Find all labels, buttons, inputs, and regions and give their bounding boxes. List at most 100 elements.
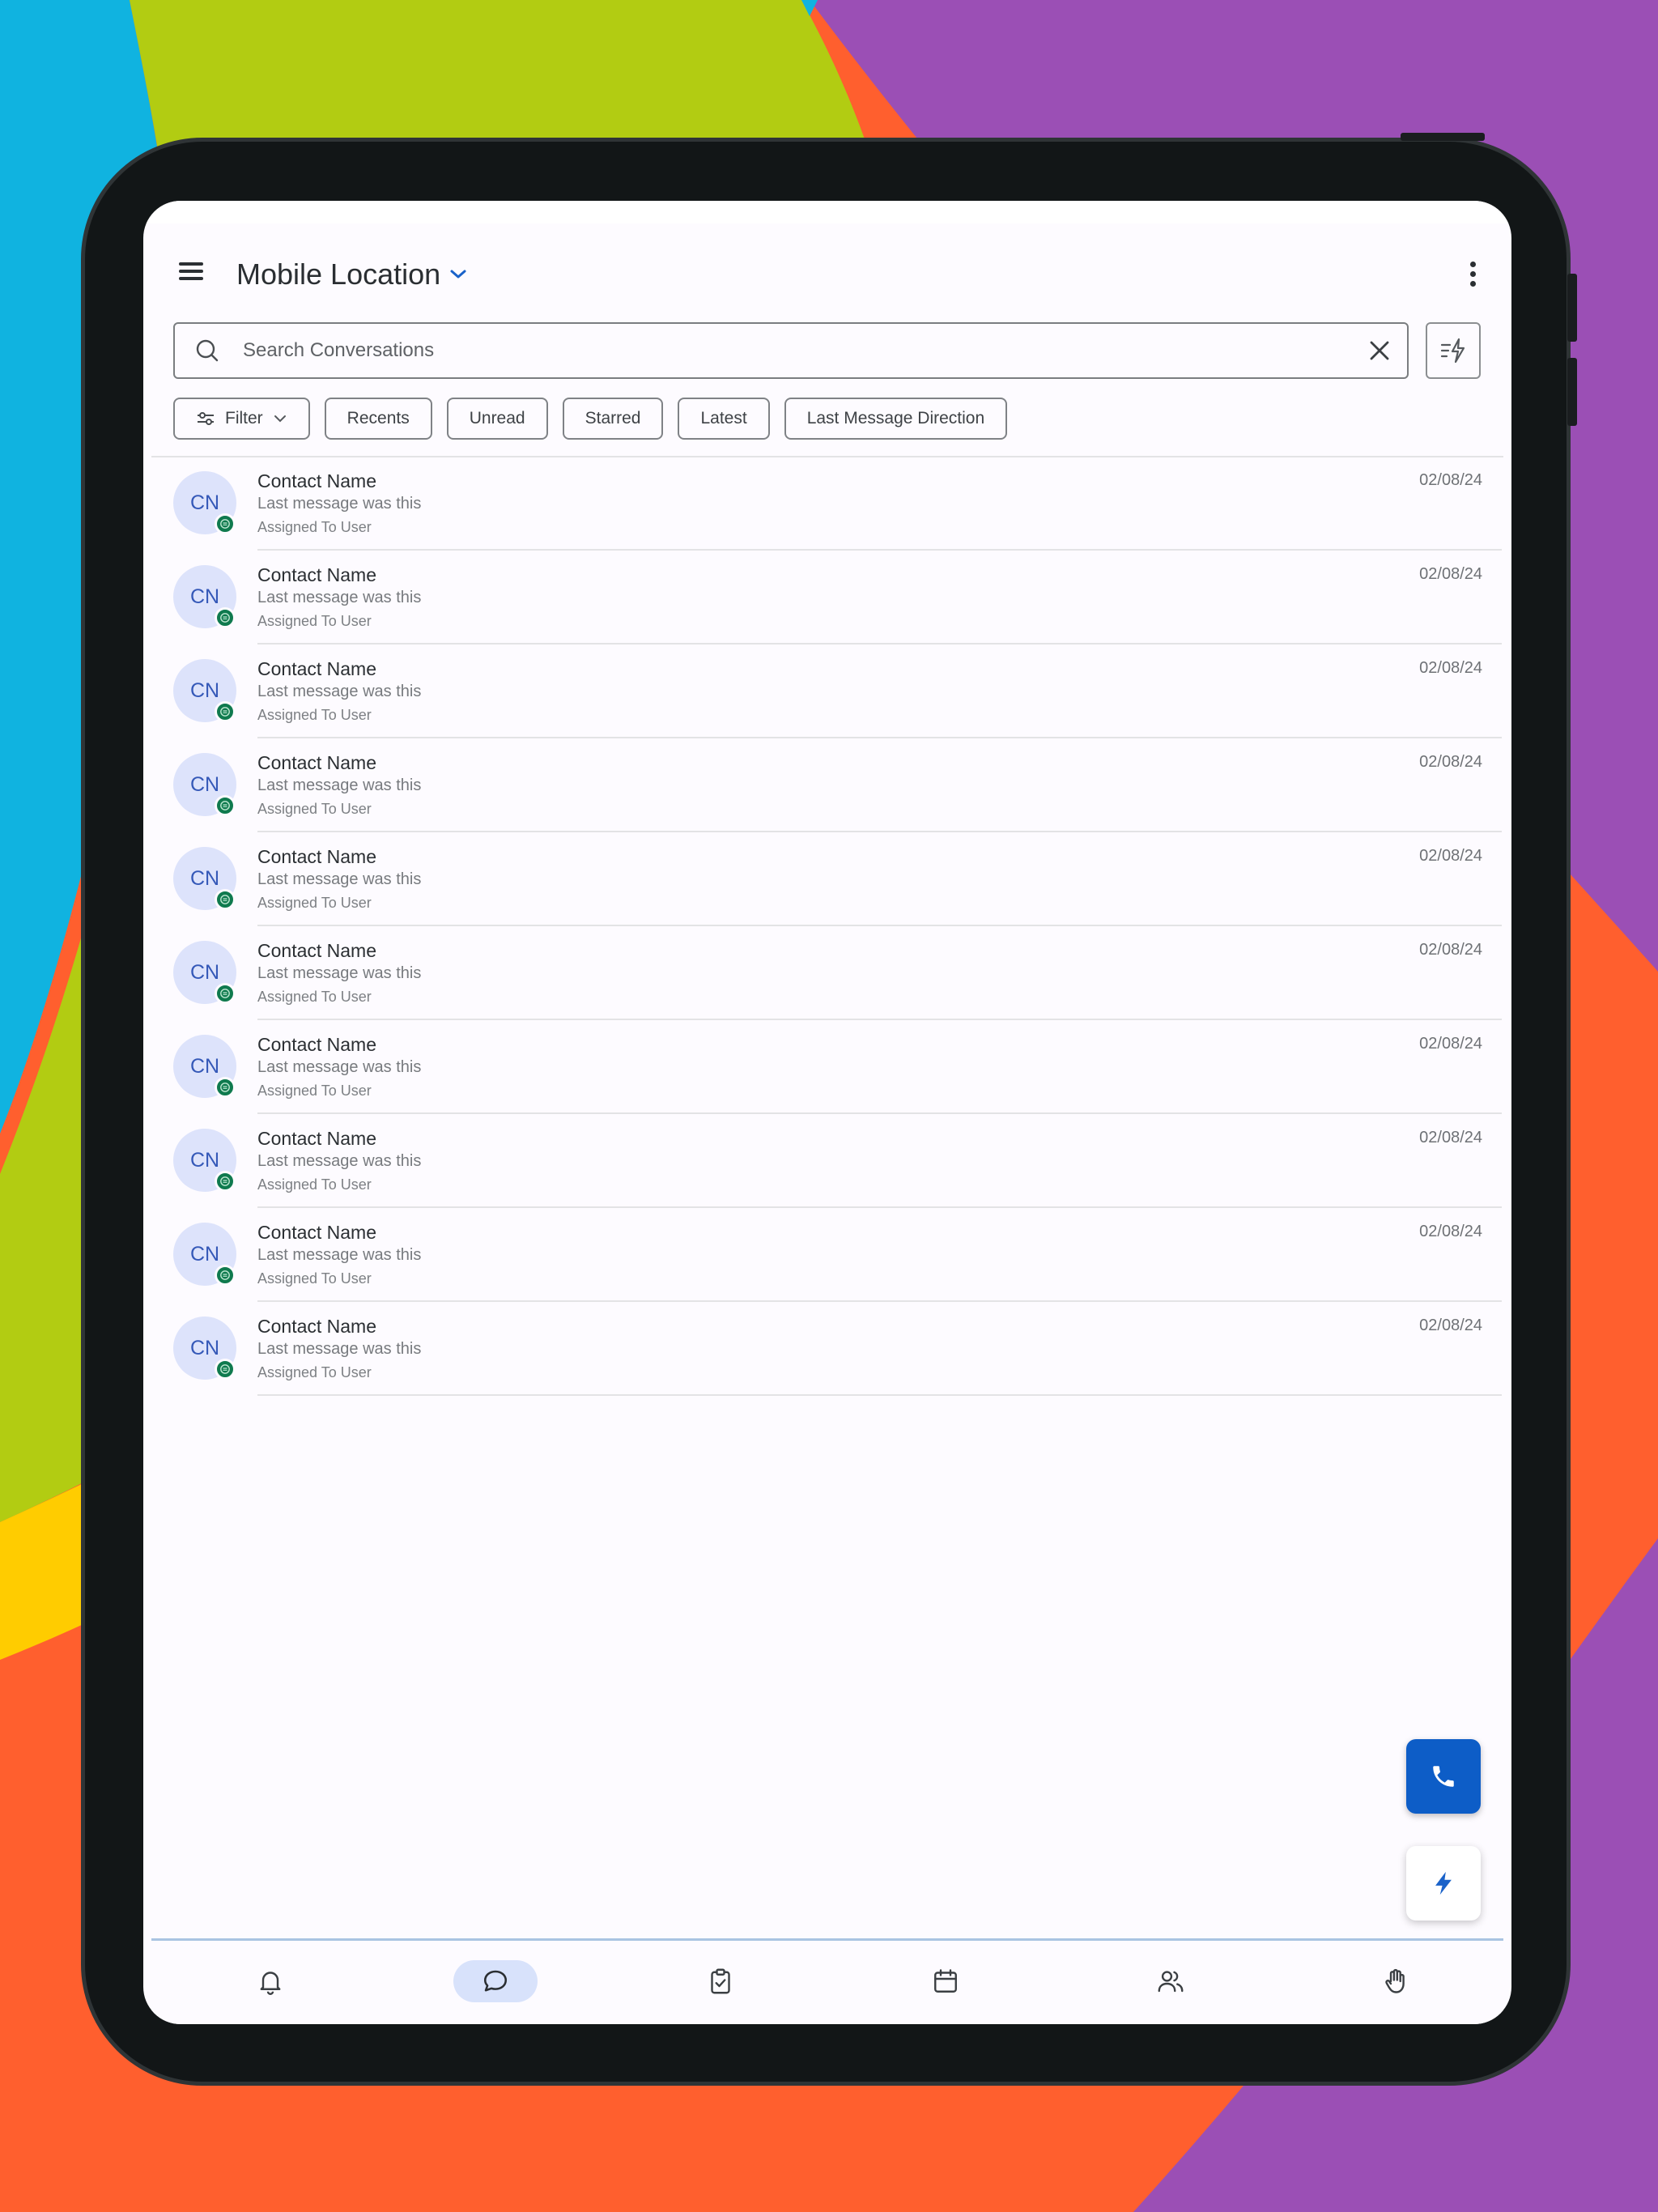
top-app-bar: Mobile Location xyxy=(143,233,1511,322)
search-bar xyxy=(173,322,1409,379)
contact-name: Contact Name xyxy=(257,1316,377,1337)
message-date: 02/08/24 xyxy=(1419,1223,1482,1240)
quick-filter-button[interactable] xyxy=(1426,322,1481,379)
conversation-list: CN Contact Name Last message was this As… xyxy=(143,457,1511,1396)
clipboard-check-icon xyxy=(711,1968,730,1994)
search-icon xyxy=(196,339,219,362)
message-date: 02/08/24 xyxy=(1419,471,1482,489)
search-input[interactable] xyxy=(243,339,1365,362)
hand-icon xyxy=(1385,1968,1405,1993)
nav-calendar[interactable] xyxy=(903,1960,988,2002)
bottom-navigation xyxy=(151,1938,1503,2024)
chat-bubble-icon xyxy=(483,1970,508,1992)
sliders-icon xyxy=(198,412,214,425)
bell-icon xyxy=(260,1972,281,1995)
contact-name: Contact Name xyxy=(257,940,377,961)
last-message: Last message was this xyxy=(257,1152,422,1170)
assigned-user: Assigned To User xyxy=(257,1270,372,1287)
last-message-direction-chip[interactable]: Last Message Direction xyxy=(784,398,1008,440)
volume-down-button xyxy=(1567,358,1577,426)
menu-button[interactable] xyxy=(176,257,208,290)
contact-name: Contact Name xyxy=(257,658,377,679)
conversation-row[interactable]: CN Contact Name Last message was this As… xyxy=(143,926,1511,1020)
call-fab[interactable] xyxy=(1406,1739,1481,1814)
nav-notifications[interactable] xyxy=(228,1960,312,2002)
chat-badge-icon xyxy=(215,983,236,1004)
nav-tasks[interactable] xyxy=(678,1960,763,2002)
conversation-row[interactable]: CN Contact Name Last message was this As… xyxy=(143,1114,1511,1208)
chat-badge-icon xyxy=(215,795,236,816)
latest-chip[interactable]: Latest xyxy=(678,398,770,440)
calendar-icon xyxy=(934,1969,957,1993)
starred-chip[interactable]: Starred xyxy=(562,398,664,440)
more-vert-icon xyxy=(1465,262,1481,287)
menu-icon xyxy=(179,262,203,266)
recents-chip[interactable]: Recents xyxy=(324,398,432,440)
assigned-user: Assigned To User xyxy=(257,801,372,817)
assigned-user: Assigned To User xyxy=(257,613,372,629)
page-title: Mobile Location xyxy=(236,257,441,291)
app-screen: Mobile Location Filter Recents Unr xyxy=(143,201,1511,2024)
last-message: Last message was this xyxy=(257,870,422,888)
contact-name: Contact Name xyxy=(257,1222,377,1243)
status-bar xyxy=(143,201,1511,223)
conversation-row[interactable]: CN Contact Name Last message was this As… xyxy=(143,1020,1511,1114)
conversation-row[interactable]: CN Contact Name Last message was this As… xyxy=(143,832,1511,926)
last-message: Last message was this xyxy=(257,1246,422,1264)
conversation-row[interactable]: CN Contact Name Last message was this As… xyxy=(143,551,1511,644)
assigned-user: Assigned To User xyxy=(257,1176,372,1193)
volume-up-button xyxy=(1567,274,1577,342)
message-date: 02/08/24 xyxy=(1419,941,1482,959)
contact-name: Contact Name xyxy=(257,564,377,585)
nav-conversations[interactable] xyxy=(453,1960,538,2002)
users-icon xyxy=(1158,1971,1184,1993)
last-message: Last message was this xyxy=(257,683,422,700)
last-message: Last message was this xyxy=(257,495,422,513)
assigned-user: Assigned To User xyxy=(257,707,372,723)
assigned-user: Assigned To User xyxy=(257,989,372,1005)
chevron-down-icon xyxy=(274,415,286,423)
message-date: 02/08/24 xyxy=(1419,1129,1482,1146)
chat-badge-icon xyxy=(215,1265,236,1286)
close-icon[interactable] xyxy=(1365,336,1394,365)
lightning-icon xyxy=(1435,1871,1452,1895)
assigned-user: Assigned To User xyxy=(257,895,372,911)
chat-badge-icon xyxy=(215,1171,236,1192)
assigned-user: Assigned To User xyxy=(257,1083,372,1099)
chat-badge-icon xyxy=(215,889,236,910)
phone-icon xyxy=(1433,1766,1454,1787)
message-date: 02/08/24 xyxy=(1419,1317,1482,1334)
assigned-user: Assigned To User xyxy=(257,1364,372,1380)
chat-badge-icon xyxy=(215,1077,236,1098)
filter-lightning-icon xyxy=(1440,338,1465,364)
message-date: 02/08/24 xyxy=(1419,565,1482,583)
contact-name: Contact Name xyxy=(257,470,377,491)
nav-contacts[interactable] xyxy=(1129,1960,1213,2002)
power-button xyxy=(1401,133,1485,141)
conversation-row[interactable]: CN Contact Name Last message was this As… xyxy=(143,644,1511,738)
message-date: 02/08/24 xyxy=(1419,659,1482,677)
chat-badge-icon xyxy=(215,607,236,628)
conversation-row[interactable]: CN Contact Name Last message was this As… xyxy=(143,738,1511,832)
quick-action-fab[interactable] xyxy=(1406,1846,1481,1921)
nav-opportunities[interactable] xyxy=(1354,1960,1438,2002)
conversation-row[interactable]: CN Contact Name Last message was this As… xyxy=(143,457,1511,551)
chat-badge-icon xyxy=(215,513,236,534)
conversation-row[interactable]: CN Contact Name Last message was this As… xyxy=(143,1302,1511,1396)
message-date: 02/08/24 xyxy=(1419,753,1482,771)
last-message: Last message was this xyxy=(257,776,422,794)
chat-badge-icon xyxy=(215,701,236,722)
chat-badge-icon xyxy=(215,1359,236,1380)
filter-chip[interactable]: Filter xyxy=(173,398,310,440)
conversation-row[interactable]: CN Contact Name Last message was this As… xyxy=(143,1208,1511,1302)
last-message: Last message was this xyxy=(257,1058,422,1076)
contact-name: Contact Name xyxy=(257,752,377,773)
contact-name: Contact Name xyxy=(257,1034,377,1055)
location-switcher[interactable]: Mobile Location xyxy=(236,257,468,291)
unread-chip[interactable]: Unread xyxy=(446,398,548,440)
assigned-user: Assigned To User xyxy=(257,519,372,535)
more-options-button[interactable] xyxy=(1465,259,1481,291)
last-message: Last message was this xyxy=(257,964,422,982)
filter-chips: Filter Recents Unread Starred Latest Las… xyxy=(173,398,1008,440)
contact-name: Contact Name xyxy=(257,846,377,867)
